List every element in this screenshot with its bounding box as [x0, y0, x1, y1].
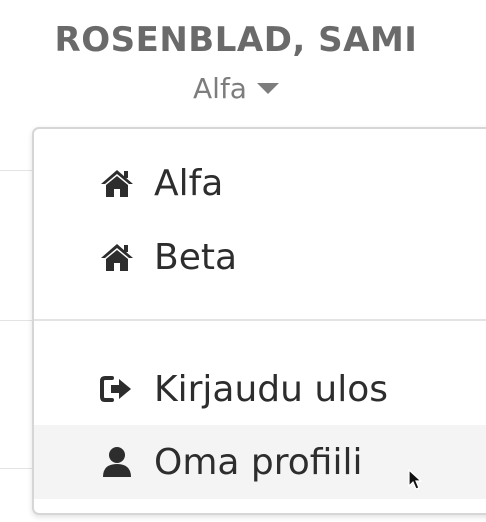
user-icon [100, 446, 140, 478]
menu-item-logout[interactable]: Kirjaudu ulos [34, 352, 486, 426]
user-name: ROSENBLAD, SAMI [54, 20, 418, 60]
sign-out-icon [100, 374, 140, 404]
menu-divider [34, 319, 486, 321]
menu-item-label: Oma profiili [154, 441, 363, 483]
user-dropdown-menu: Alfa Beta Kirjaudu ulos Oma profiili [32, 127, 486, 515]
mouse-cursor-icon [408, 468, 423, 495]
home-icon [100, 242, 140, 272]
screen: ROSENBLAD, SAMI Alfa Alfa Beta Kirjaudu … [0, 0, 486, 522]
org-dropdown-toggle[interactable]: Alfa [0, 72, 472, 105]
menu-item-org-alfa[interactable]: Alfa [34, 146, 486, 220]
caret-down-icon [256, 82, 279, 94]
menu-item-label: Alfa [154, 162, 224, 204]
menu-item-label: Kirjaudu ulos [154, 368, 388, 410]
menu-item-label: Beta [154, 236, 238, 278]
home-icon [100, 168, 140, 198]
menu-item-org-beta[interactable]: Beta [34, 220, 486, 294]
current-org-label: Alfa [193, 72, 247, 105]
